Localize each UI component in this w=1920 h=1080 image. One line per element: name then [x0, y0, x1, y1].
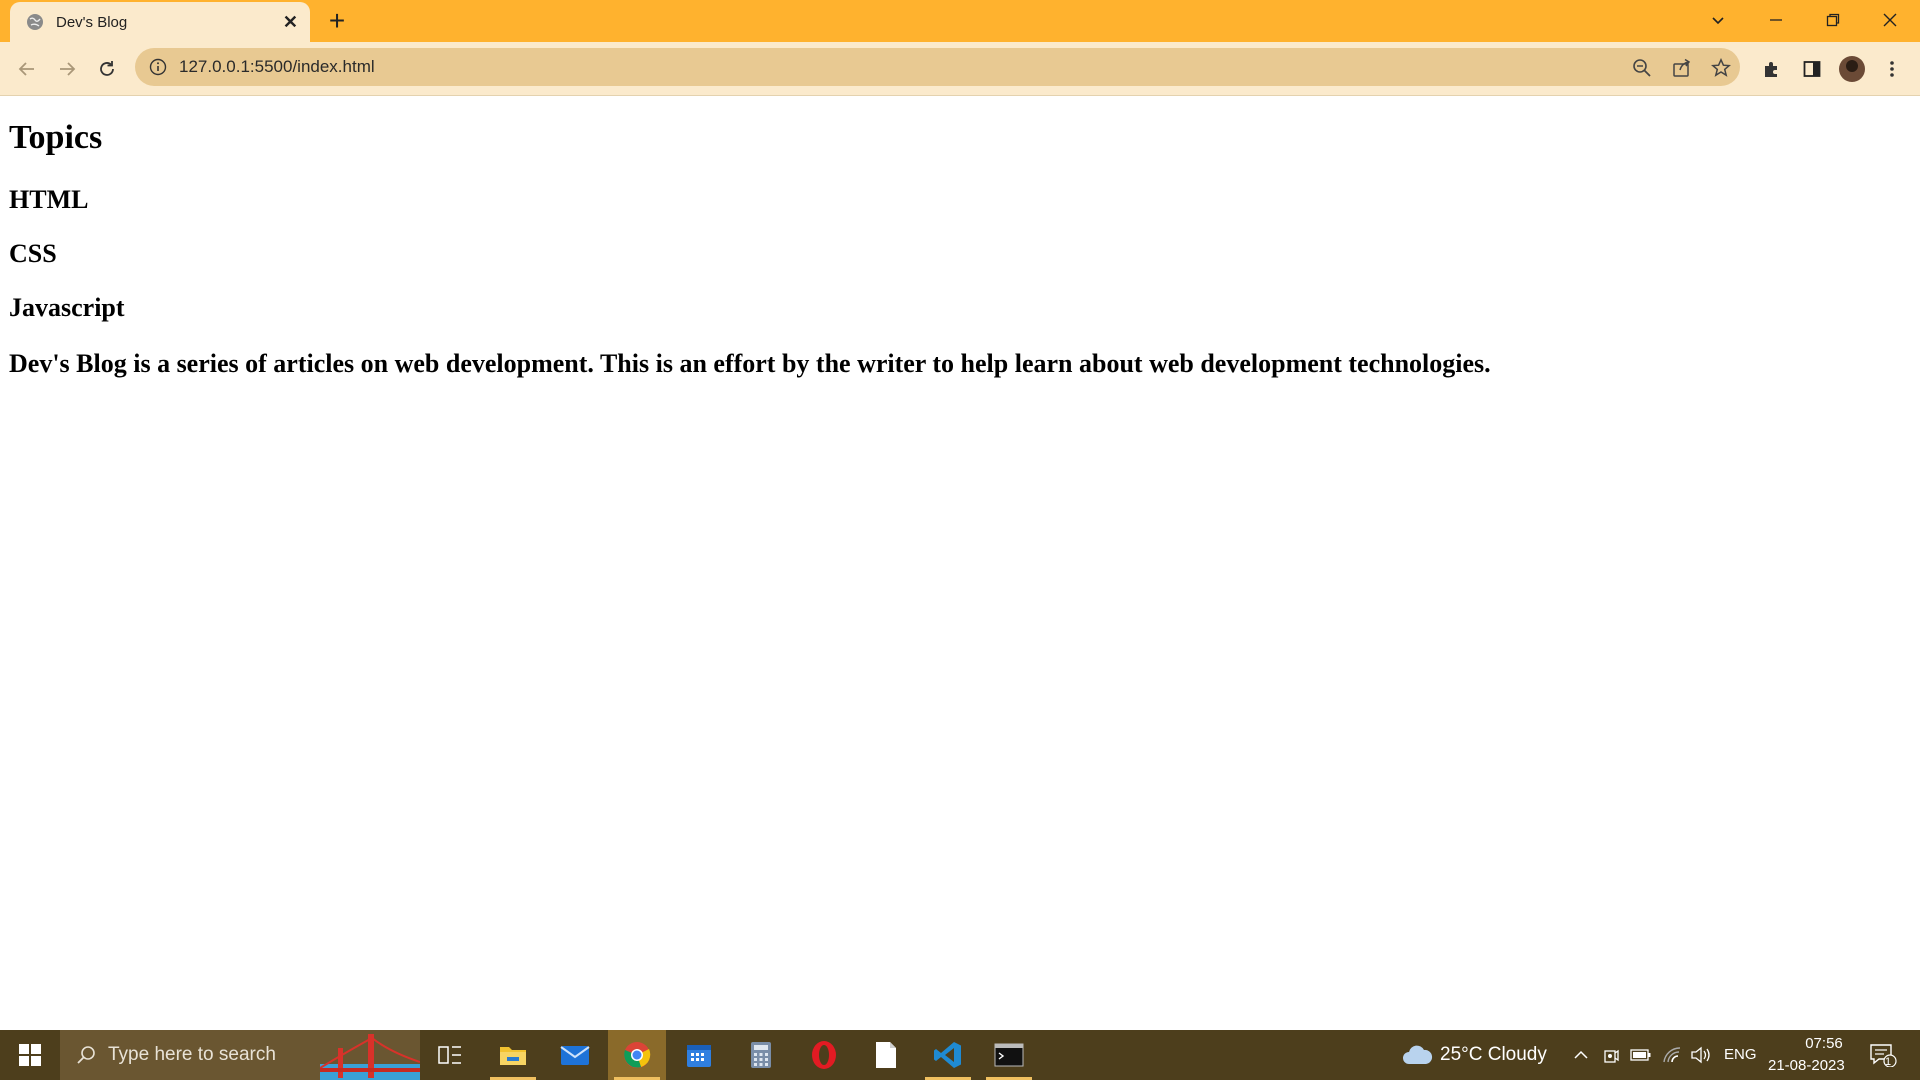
volume-icon[interactable]: [1690, 1044, 1712, 1066]
blog-description: Dev's Blog is a series of articles on we…: [9, 349, 1491, 378]
restore-button[interactable]: [1805, 0, 1861, 40]
windows-icon: [19, 1044, 41, 1066]
cloud-icon[interactable]: [1400, 1044, 1434, 1066]
tab-search-button[interactable]: [1690, 0, 1746, 40]
menu-kebab-icon[interactable]: [1878, 55, 1906, 83]
opera-button[interactable]: [795, 1030, 853, 1080]
close-window-button[interactable]: [1862, 0, 1918, 40]
wifi-icon[interactable]: [1661, 1044, 1683, 1066]
clock-date[interactable]: 21-08-2023: [1768, 1057, 1845, 1074]
new-tab-button[interactable]: +: [322, 5, 352, 36]
calendar-icon: [687, 1045, 711, 1067]
weather-text[interactable]: 25°C Cloudy: [1440, 1044, 1547, 1066]
tab-devs-blog[interactable]: Dev's Blog ✕: [10, 2, 310, 42]
reload-button[interactable]: [93, 55, 121, 83]
search-icon: [76, 1045, 96, 1065]
task-view-icon: [438, 1046, 461, 1064]
page-content: Topics HTML CSS Javascript Dev's Blog is…: [0, 97, 1920, 1031]
bridge-illustration: [320, 1034, 420, 1080]
mail-button[interactable]: [546, 1030, 604, 1080]
forward-button[interactable]: [53, 55, 81, 83]
address-bar[interactable]: 127.0.0.1:5500/index.html: [135, 48, 1740, 86]
search-placeholder: Type here to search: [108, 1044, 276, 1065]
battery-icon[interactable]: [1630, 1044, 1652, 1066]
profile-avatar[interactable]: [1838, 55, 1866, 83]
chevron-up-icon[interactable]: [1570, 1044, 1592, 1066]
chrome-button[interactable]: [608, 1030, 666, 1080]
topic-html: HTML: [9, 185, 89, 214]
back-button[interactable]: [13, 55, 41, 83]
globe-icon: [26, 13, 44, 31]
tab-strip: Dev's Blog ✕ +: [0, 0, 1920, 42]
notifications-icon[interactable]: [1868, 1044, 1898, 1067]
notification-count: 1: [1885, 1056, 1892, 1068]
taskbar-search[interactable]: Type here to search: [60, 1030, 420, 1080]
extensions-icon[interactable]: [1758, 55, 1786, 83]
tab-close-button[interactable]: ✕: [283, 12, 298, 33]
file-explorer-button[interactable]: [484, 1030, 542, 1080]
minimize-button[interactable]: [1748, 0, 1804, 40]
mail-icon: [560, 1046, 590, 1065]
page-title: Topics: [9, 119, 103, 156]
side-panel-icon[interactable]: [1798, 55, 1826, 83]
calendar-button[interactable]: [670, 1030, 728, 1080]
taskbar: Type here to search 25°C Cloudy ENG 07:5…: [0, 1030, 1920, 1080]
vscode-button[interactable]: [919, 1030, 977, 1080]
share-icon[interactable]: [1671, 57, 1693, 79]
folder-icon: [500, 1047, 526, 1065]
calculator-icon: [751, 1042, 771, 1068]
zoom-icon[interactable]: [1631, 57, 1653, 79]
topic-javascript: Javascript: [9, 293, 125, 322]
calculator-button[interactable]: [732, 1030, 790, 1080]
notepad-button[interactable]: [857, 1030, 915, 1080]
task-view-button[interactable]: [421, 1030, 479, 1080]
bookmark-star-icon[interactable]: [1710, 57, 1732, 79]
avatar: [1839, 56, 1865, 82]
site-info-icon[interactable]: [149, 58, 167, 76]
clock-time[interactable]: 07:56: [1790, 1035, 1858, 1052]
browser-toolbar: 127.0.0.1:5500/index.html: [0, 42, 1920, 96]
opera-icon: [812, 1041, 836, 1069]
meet-now-icon[interactable]: [1600, 1044, 1622, 1066]
url-text: 127.0.0.1:5500/index.html: [179, 57, 375, 76]
tab-title: Dev's Blog: [56, 13, 128, 31]
terminal-button[interactable]: [980, 1030, 1038, 1080]
chrome-icon: [624, 1042, 651, 1068]
file-icon: [876, 1042, 896, 1068]
start-button[interactable]: [0, 1030, 60, 1080]
topic-css: CSS: [9, 239, 57, 268]
terminal-icon: [994, 1043, 1024, 1067]
vscode-icon: [934, 1042, 961, 1068]
language-indicator[interactable]: ENG: [1724, 1046, 1757, 1063]
